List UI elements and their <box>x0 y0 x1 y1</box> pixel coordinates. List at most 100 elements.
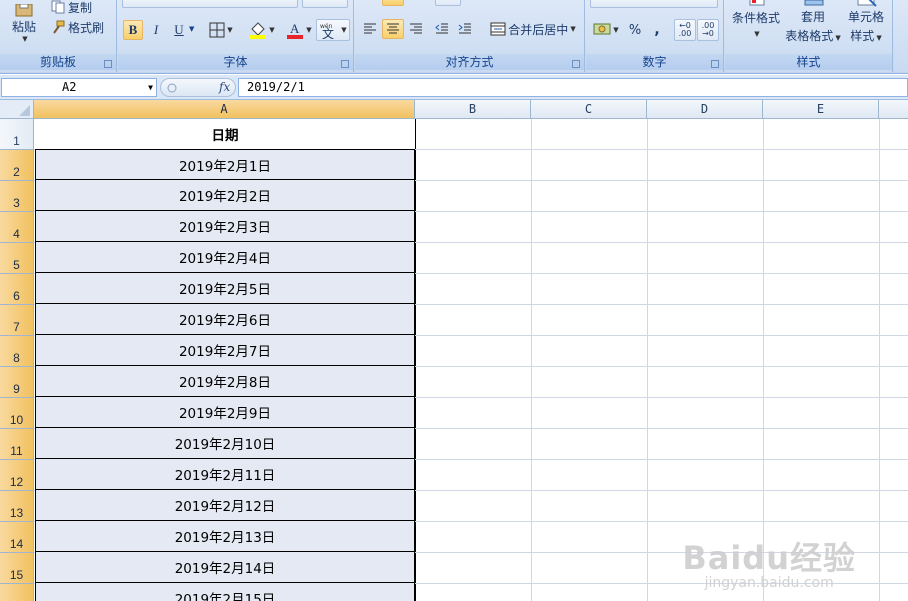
align-left-button[interactable] <box>359 19 381 39</box>
date-cell[interactable]: 2019年2月3日 <box>35 211 415 242</box>
formula-input[interactable]: 2019/2/1 <box>238 78 908 97</box>
row-header-9[interactable]: 9 <box>0 367 34 398</box>
fill-color-button[interactable]: ▼ <box>244 20 280 40</box>
column-header-e[interactable]: E <box>763 100 879 119</box>
ribbon: 粘贴 ▼ 复制 格式刷 剪贴板 B I U ▼ ▼ ▼ A ▼ wén 文 ▼ … <box>0 0 908 74</box>
row-header-14[interactable]: 14 <box>0 522 34 553</box>
date-cell[interactable]: 2019年2月4日 <box>35 242 415 273</box>
row-header-12[interactable]: 12 <box>0 460 34 491</box>
worksheet-grid[interactable]: ABCDE 1 日期 2 2019年2月1日 3 2019年2月2日 4 2019年2月3日 5… <box>0 100 908 601</box>
align-left-icon <box>364 23 376 34</box>
column-header-a[interactable]: A <box>34 100 415 119</box>
date-cell[interactable]: 2019年2月13日 <box>35 521 415 552</box>
row-header-15[interactable]: 15 <box>0 553 34 584</box>
date-cell[interactable]: 2019年2月10日 <box>35 428 415 459</box>
row-number: 15 <box>9 568 24 582</box>
row-header-2[interactable]: 2 <box>0 150 34 181</box>
align-center-icon <box>387 23 399 34</box>
date-cell[interactable]: 2019年2月9日 <box>35 397 415 428</box>
format-painter-label: 格式刷 <box>68 20 105 35</box>
header-cell-a1[interactable]: 日期 <box>35 119 415 149</box>
row-number: 8 <box>13 351 20 365</box>
date-cell[interactable]: 2019年2月8日 <box>35 366 415 397</box>
row-header-16[interactable]: 16 <box>0 584 34 601</box>
date-cell[interactable]: 2019年2月2日 <box>35 180 415 211</box>
row-number: 2 <box>13 165 20 179</box>
font-color-button[interactable]: A ▼ <box>282 20 316 40</box>
currency-icon <box>593 23 611 35</box>
row-header-1[interactable]: 1 <box>0 119 34 150</box>
row-header-13[interactable]: 13 <box>0 491 34 522</box>
underline-button[interactable]: U <box>169 20 189 40</box>
date-cell[interactable]: 2019年2月15日 <box>35 583 415 601</box>
cell-styles-button[interactable]: 单元格 样式 ▼ <box>843 0 889 46</box>
date-cell[interactable]: 2019年2月11日 <box>35 459 415 490</box>
italic-button[interactable]: I <box>146 20 166 40</box>
percent-button[interactable]: % <box>624 19 646 41</box>
border-grid-icon <box>209 22 225 38</box>
column-header-b[interactable]: B <box>415 100 531 119</box>
decrease-indent-button[interactable] <box>431 19 453 39</box>
paintbrush-icon <box>53 20 65 34</box>
watermark-url: jingyan.baidu.com <box>704 575 834 591</box>
row-number: 14 <box>9 537 24 551</box>
borders-button[interactable]: ▼ <box>204 20 238 40</box>
bold-button[interactable]: B <box>123 20 143 40</box>
align-right-button[interactable] <box>405 19 427 39</box>
column-header-f[interactable] <box>879 100 908 119</box>
dialog-launcher-icon[interactable] <box>104 60 112 68</box>
dialog-launcher-icon[interactable] <box>711 60 719 68</box>
dialog-launcher-icon[interactable] <box>341 60 349 68</box>
clipboard-group: 粘贴 ▼ 复制 格式刷 剪贴板 <box>0 0 117 72</box>
column-header-c[interactable]: C <box>531 100 647 119</box>
conditional-formatting-button[interactable]: 条件格式 ▼ <box>727 0 785 44</box>
font-size-select[interactable] <box>302 0 348 8</box>
increase-decimal-button[interactable]: ←0.00 <box>674 19 696 41</box>
font-name-select[interactable] <box>122 0 298 8</box>
column-header-d[interactable]: D <box>647 100 763 119</box>
format-painter-button[interactable]: 格式刷 <box>50 18 112 36</box>
merge-center-button[interactable]: 合并后居中 ▼ <box>485 19 581 39</box>
date-cell[interactable]: 2019年2月12日 <box>35 490 415 521</box>
paste-button[interactable]: 粘贴 ▼ <box>4 0 44 46</box>
row-header-10[interactable]: 10 <box>0 398 34 429</box>
date-cell[interactable]: 2019年2月1日 <box>35 149 415 180</box>
orientation-button[interactable] <box>435 0 461 6</box>
watermark-title: Baidu经验 <box>682 539 856 577</box>
row-header-7[interactable]: 7 <box>0 305 34 336</box>
copy-button[interactable]: 复制 <box>50 0 102 16</box>
cell-style-icon <box>857 0 877 7</box>
row-header-4[interactable]: 4 <box>0 212 34 243</box>
decrease-decimal-button[interactable]: .00 →0 <box>697 19 719 41</box>
merge-cells-icon <box>490 22 506 36</box>
date-cell[interactable]: 2019年2月14日 <box>35 552 415 583</box>
column-gridline <box>647 119 648 601</box>
row-number: 9 <box>13 382 20 396</box>
date-cell[interactable]: 2019年2月6日 <box>35 304 415 335</box>
circle-handle-icon[interactable] <box>167 83 177 93</box>
row-number: 11 <box>10 444 23 458</box>
format-as-table-button[interactable]: 套用 表格格式 ▼ <box>783 0 843 46</box>
number-format-select[interactable] <box>590 0 718 8</box>
dialog-launcher-icon[interactable] <box>572 60 580 68</box>
row-header-8[interactable]: 8 <box>0 336 34 367</box>
row-header-11[interactable]: 11 <box>0 429 34 460</box>
comma-button[interactable]: , <box>648 19 666 41</box>
align-center-button[interactable] <box>382 19 404 39</box>
row-header-6[interactable]: 6 <box>0 274 34 305</box>
accounting-format-button[interactable]: ▼ <box>590 19 622 41</box>
name-box[interactable]: A2 ▼ <box>1 78 157 97</box>
name-box-value: A2 <box>62 80 77 94</box>
insert-function-button[interactable]: fx <box>219 80 230 94</box>
select-all-button[interactable] <box>0 100 34 119</box>
date-cell[interactable]: 2019年2月5日 <box>35 273 415 304</box>
row-header-5[interactable]: 5 <box>0 243 34 274</box>
row-header-3[interactable]: 3 <box>0 181 34 212</box>
conditional-formatting-label: 条件格式 <box>731 11 780 25</box>
phonetic-button[interactable]: wén 文 ▼ <box>316 19 350 41</box>
column-a-border <box>415 119 416 601</box>
chevron-down-icon[interactable]: ▼ <box>148 79 153 96</box>
date-cell[interactable]: 2019年2月7日 <box>35 335 415 366</box>
middle-align-button[interactable] <box>382 0 404 6</box>
increase-indent-button[interactable] <box>454 19 476 39</box>
